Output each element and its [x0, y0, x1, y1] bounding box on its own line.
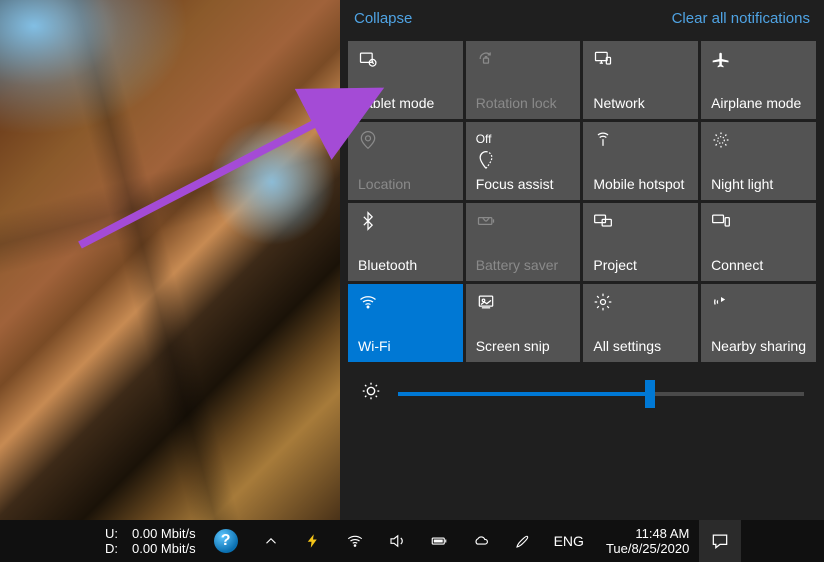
rotation-lock-tile[interactable]: Rotation lock [466, 41, 581, 119]
brightness-icon [360, 380, 382, 407]
brightness-slider-thumb[interactable] [645, 380, 655, 408]
focus-assist-tile[interactable]: Off Focus assist [466, 122, 581, 200]
clock-time: 11:48 AM [606, 526, 689, 541]
airplane-icon [711, 49, 731, 69]
settings-icon [593, 292, 613, 312]
tile-label: Battery saver [476, 257, 571, 273]
taskbar-clock[interactable]: 11:48 AM Tue/8/25/2020 [606, 526, 689, 556]
connect-tile[interactable]: Connect [701, 203, 816, 281]
rotation-lock-icon [476, 49, 496, 69]
volume-tray-icon[interactable] [388, 532, 406, 550]
collapse-link[interactable]: Collapse [354, 10, 412, 27]
tile-label: Nearby sharing [711, 338, 806, 354]
all-settings-tile[interactable]: All settings [583, 284, 698, 362]
clock-date: Tue/8/25/2020 [606, 541, 689, 556]
wifi-tile[interactable]: Wi-Fi [348, 284, 463, 362]
brightness-slider-fill [398, 392, 650, 396]
focus-assist-state: Off [476, 132, 571, 146]
tile-label: Night light [711, 176, 806, 192]
location-icon [358, 130, 378, 150]
wifi-tray-icon[interactable] [346, 532, 364, 550]
action-center-header: Collapse Clear all notifications [340, 0, 824, 41]
night-light-icon [711, 130, 731, 150]
airplane-mode-tile[interactable]: Airplane mode [701, 41, 816, 119]
mobile-hotspot-tile[interactable]: Mobile hotspot [583, 122, 698, 200]
tablet-mode-tile[interactable]: Tablet mode [348, 41, 463, 119]
screen-snip-tile[interactable]: Screen snip [466, 284, 581, 362]
power-tray-icon[interactable] [304, 532, 322, 550]
tablet-mode-icon [358, 49, 378, 69]
project-tile[interactable]: Project [583, 203, 698, 281]
network-speed-meter: U: 0.00 Mbit/s D: 0.00 Mbit/s [0, 526, 196, 556]
tile-label: Project [593, 257, 688, 273]
tile-label: Screen snip [476, 338, 571, 354]
night-light-tile[interactable]: Night light [701, 122, 816, 200]
net-up-label: U: [105, 526, 118, 541]
bluetooth-icon [358, 211, 378, 231]
quick-actions-grid: Tablet mode Rotation lock Network Airpla… [340, 41, 824, 362]
tile-label: Mobile hotspot [593, 176, 688, 192]
tile-label: Rotation lock [476, 95, 571, 111]
connect-icon [711, 211, 731, 231]
tile-label: Airplane mode [711, 95, 806, 111]
tile-label: Tablet mode [358, 95, 453, 111]
tile-label: Location [358, 176, 453, 192]
net-down-value: 0.00 Mbit/s [132, 541, 196, 556]
onedrive-tray-icon[interactable] [472, 532, 490, 550]
nearby-sharing-tile[interactable]: Nearby sharing [701, 284, 816, 362]
tray-overflow-icon[interactable] [262, 532, 280, 550]
tile-label: Network [593, 95, 688, 111]
network-icon [593, 49, 613, 69]
net-up-value: 0.00 Mbit/s [132, 526, 196, 541]
hotspot-icon [593, 130, 613, 150]
system-tray [262, 532, 532, 550]
tile-label: All settings [593, 338, 688, 354]
taskbar: U: 0.00 Mbit/s D: 0.00 Mbit/s ? [0, 520, 824, 562]
bluetooth-tile[interactable]: Bluetooth [348, 203, 463, 281]
focus-assist-icon [476, 150, 496, 170]
pen-tray-icon[interactable] [514, 532, 532, 550]
tile-label: Focus assist [476, 176, 571, 192]
battery-saver-tile[interactable]: Battery saver [466, 203, 581, 281]
nearby-sharing-icon [711, 292, 731, 312]
clear-notifications-link[interactable]: Clear all notifications [672, 10, 810, 27]
network-tile[interactable]: Network [583, 41, 698, 119]
language-indicator[interactable]: ENG [554, 533, 584, 549]
screen-snip-icon [476, 292, 496, 312]
tile-label: Connect [711, 257, 806, 273]
brightness-slider[interactable] [398, 392, 804, 396]
tile-label: Wi-Fi [358, 338, 453, 354]
battery-saver-icon [476, 211, 496, 231]
battery-tray-icon[interactable] [430, 532, 448, 550]
tile-label: Bluetooth [358, 257, 453, 273]
wifi-icon [358, 292, 378, 312]
brightness-row [340, 362, 824, 425]
action-center-panel: Collapse Clear all notifications Tablet … [340, 0, 824, 520]
desktop-wallpaper [0, 0, 340, 520]
action-center-tray-button[interactable] [699, 520, 741, 562]
project-icon [593, 211, 613, 231]
location-tile[interactable]: Location [348, 122, 463, 200]
help-tray-icon[interactable]: ? [214, 529, 238, 553]
net-down-label: D: [105, 541, 118, 556]
